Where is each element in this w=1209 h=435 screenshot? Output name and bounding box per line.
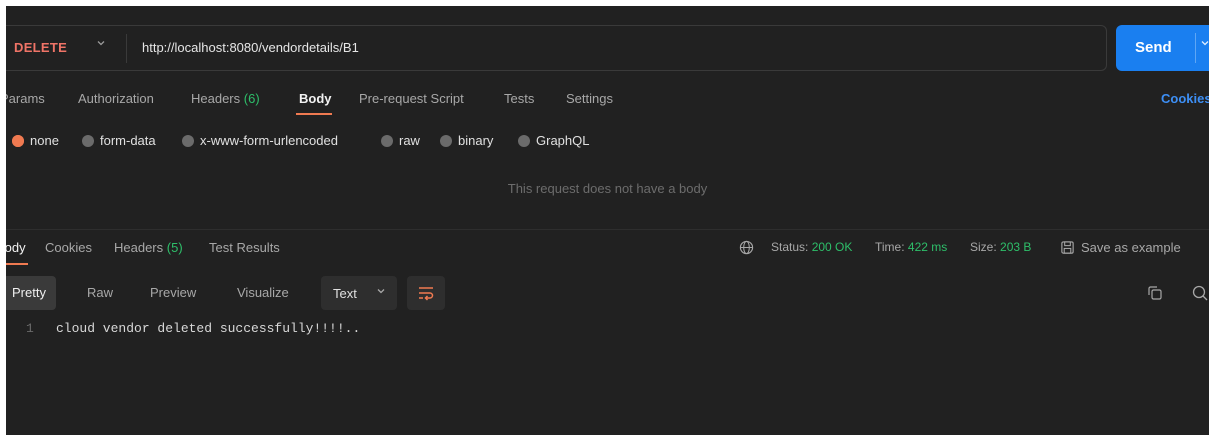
radio-label: binary [458, 133, 494, 148]
radio-label: form-data [100, 133, 156, 148]
status-label: Status: [771, 240, 809, 254]
save-icon [1061, 241, 1074, 254]
tab-authorization[interactable]: Authorization [78, 91, 154, 106]
response-time[interactable]: Time: 422 ms [875, 240, 947, 254]
tab-tests[interactable]: Tests [504, 91, 534, 106]
response-tab-test-results[interactable]: Test Results [209, 240, 280, 255]
radio-graphql[interactable]: GraphQL [518, 133, 589, 149]
wrap-lines-button[interactable] [407, 276, 445, 310]
radio-icon [440, 135, 452, 147]
radio-selected-icon [12, 135, 24, 147]
radio-icon [381, 135, 393, 147]
tab-params[interactable]: Params [6, 91, 45, 106]
radio-label: GraphQL [536, 133, 590, 148]
response-status[interactable]: Status: 200 OK [771, 240, 852, 254]
cookies-link[interactable]: Cookies [1161, 91, 1209, 106]
format-label: Text [333, 286, 357, 301]
size-label: Size: [970, 240, 997, 254]
radio-none[interactable]: none [12, 133, 59, 149]
copy-icon[interactable] [1146, 284, 1164, 305]
send-label: Send [1135, 39, 1172, 56]
response-body-text[interactable]: cloud vendor deleted successfully!!!!.. [56, 321, 360, 336]
view-visualize[interactable]: Visualize [237, 276, 289, 310]
line-number: 1 [26, 321, 34, 336]
radio-icon [82, 135, 94, 147]
time-value: 422 ms [907, 240, 948, 254]
response-tab-cookies[interactable]: Cookies [45, 240, 92, 255]
status-value: 200 OK [811, 240, 853, 254]
chevron-down-icon[interactable] [96, 38, 106, 51]
tab-settings[interactable]: Settings [566, 91, 613, 106]
tab-body[interactable]: Body [299, 91, 332, 106]
radio-form-data[interactable]: form-data [82, 133, 156, 149]
response-headers-count: (5) [166, 240, 183, 255]
chevron-down-icon [376, 286, 386, 299]
search-icon[interactable] [1191, 284, 1209, 305]
tab-headers[interactable]: Headers (6) [191, 91, 260, 106]
tab-pre-request-script[interactable]: Pre-request Script [359, 91, 464, 106]
response-tab-body[interactable]: Body [6, 240, 26, 255]
save-as-example-label: Save as example [1081, 240, 1181, 255]
radio-icon [518, 135, 530, 147]
chevron-down-icon[interactable] [1200, 38, 1209, 51]
postman-request-panel: DELETE http://localhost:8080/vendordetai… [6, 6, 1209, 435]
radio-label: none [30, 133, 59, 148]
format-select[interactable]: Text [321, 276, 397, 310]
send-divider [1195, 33, 1196, 63]
save-as-example-button[interactable]: Save as example [1060, 240, 1181, 255]
radio-icon [182, 135, 194, 147]
view-raw[interactable]: Raw [87, 276, 113, 310]
radio-label: x-www-form-urlencoded [200, 133, 338, 148]
response-size[interactable]: Size: 203 B [970, 240, 1031, 254]
response-tab-headers[interactable]: Headers (5) [114, 240, 183, 255]
url-divider [126, 34, 127, 63]
method-select[interactable]: DELETE [14, 40, 67, 55]
active-tab-indicator [296, 113, 332, 115]
time-label: Time: [875, 240, 905, 254]
radio-raw[interactable]: raw [381, 133, 420, 149]
radio-label: raw [399, 133, 420, 148]
tab-headers-label: Headers [191, 91, 241, 106]
headers-count: (6) [243, 91, 260, 106]
url-input[interactable]: http://localhost:8080/vendordetails/B1 [142, 40, 359, 55]
active-tab-indicator [6, 263, 28, 265]
size-value: 203 B [1000, 240, 1032, 254]
send-button[interactable]: Send [1116, 25, 1209, 71]
empty-body-message: This request does not have a body [507, 181, 708, 196]
radio-binary[interactable]: binary [440, 133, 493, 149]
url-bar: DELETE http://localhost:8080/vendordetai… [6, 25, 1107, 71]
wrap-icon [419, 287, 434, 301]
pane-divider[interactable] [6, 229, 1209, 230]
globe-icon[interactable] [739, 240, 754, 255]
radio-x-www-form-urlencoded[interactable]: x-www-form-urlencoded [182, 133, 338, 149]
view-preview[interactable]: Preview [150, 276, 196, 310]
response-tab-headers-label: Headers [114, 240, 164, 255]
view-pretty[interactable]: Pretty [6, 276, 56, 310]
